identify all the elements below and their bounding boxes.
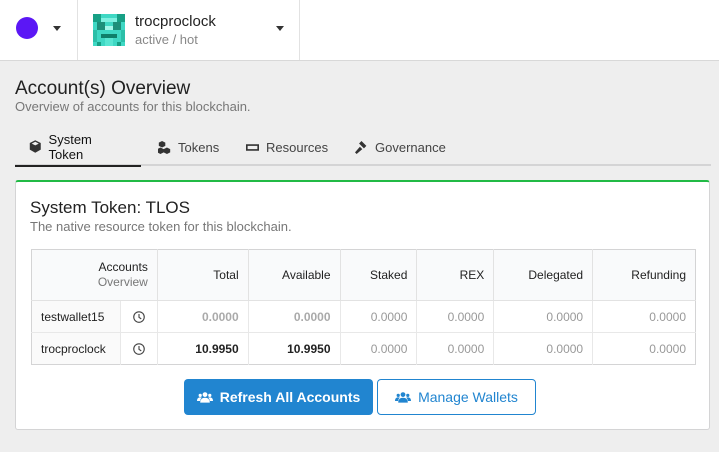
manage-wallets-button[interactable]: Manage Wallets — [377, 379, 536, 415]
refunding-cell: 0.0000 — [592, 300, 696, 333]
rex-cell: 0.0000 — [416, 332, 494, 365]
gavel-icon — [355, 140, 367, 154]
column-header-staked: Staked — [339, 249, 417, 301]
delegated-cell: 0.0000 — [493, 300, 593, 333]
account-selector[interactable]: trocproclock active / hot — [78, 0, 300, 60]
page-title: Account(s) Overview — [15, 78, 191, 99]
refresh-all-accounts-button[interactable]: Refresh All Accounts — [184, 379, 373, 415]
page-subtitle: Overview of accounts for this blockchain… — [15, 99, 251, 114]
users-icon — [196, 392, 213, 403]
top-menu-bar: trocproclock active / hot — [0, 0, 719, 61]
delegated-cell: 0.0000 — [493, 332, 593, 365]
available-cell: 0.0000 — [247, 300, 341, 333]
system-token-segment: System Token: TLOS The native resource t… — [15, 180, 710, 430]
account-name: trocproclock — [135, 13, 216, 30]
total-cell: 10.9950 — [156, 332, 249, 365]
cubes-icon — [158, 140, 171, 154]
refunding-cell: 0.0000 — [592, 332, 696, 365]
blockchain-selector[interactable] — [0, 0, 78, 60]
segment-subtitle: The native resource token for this block… — [30, 219, 292, 234]
tab-label: Governance — [375, 139, 446, 155]
column-header-total: Total — [156, 249, 249, 301]
table-row: testwallet15 0.0000 0.0000 0.0000 0.0000… — [31, 300, 696, 333]
tab-tokens[interactable]: Tokens — [144, 128, 233, 166]
history-button[interactable] — [119, 300, 158, 333]
table-header-row: Accounts Overview Total Available Staked… — [31, 249, 696, 301]
table-row: trocproclock 10.9950 10.9950 0.0000 0.00… — [31, 332, 696, 365]
available-cell: 10.9950 — [247, 332, 341, 365]
microchip-icon — [246, 143, 259, 151]
account-name-cell[interactable]: testwallet15 — [31, 300, 121, 333]
account-name-cell[interactable]: trocproclock — [31, 332, 121, 365]
tab-system-token[interactable]: System Token — [15, 128, 141, 167]
tab-label: Tokens — [178, 139, 220, 155]
column-header-accounts: Accounts Overview — [31, 249, 158, 301]
column-header-rex: REX — [416, 249, 494, 301]
tab-label: Resources — [266, 139, 329, 155]
tab-menu: System Token Tokens Resources Governance — [15, 128, 711, 167]
staked-cell: 0.0000 — [339, 332, 417, 365]
clock-icon — [133, 343, 145, 356]
column-header-available: Available — [247, 249, 341, 301]
staked-cell: 0.0000 — [339, 300, 417, 333]
segment-title: System Token: TLOS — [30, 198, 190, 217]
column-header-delegated: Delegated — [493, 249, 593, 301]
button-label: Manage Wallets — [418, 389, 518, 405]
blockchain-logo-icon — [16, 17, 38, 39]
account-authority: active / hot — [135, 32, 198, 47]
total-cell: 0.0000 — [156, 300, 249, 333]
accounts-table: Accounts Overview Total Available Staked… — [31, 249, 696, 365]
chevron-down-icon — [276, 26, 284, 31]
avatar — [93, 14, 125, 46]
rex-cell: 0.0000 — [416, 300, 494, 333]
button-label: Refresh All Accounts — [219, 389, 361, 405]
clock-icon — [133, 311, 145, 324]
column-header-refunding: Refunding — [592, 249, 696, 301]
users-icon — [395, 392, 412, 403]
tab-governance[interactable]: Governance — [341, 128, 460, 166]
cube-icon — [29, 140, 41, 153]
tab-resources[interactable]: Resources — [232, 128, 342, 166]
chevron-down-icon — [53, 26, 61, 31]
tab-label: System Token — [48, 131, 92, 162]
history-button[interactable] — [119, 332, 158, 365]
